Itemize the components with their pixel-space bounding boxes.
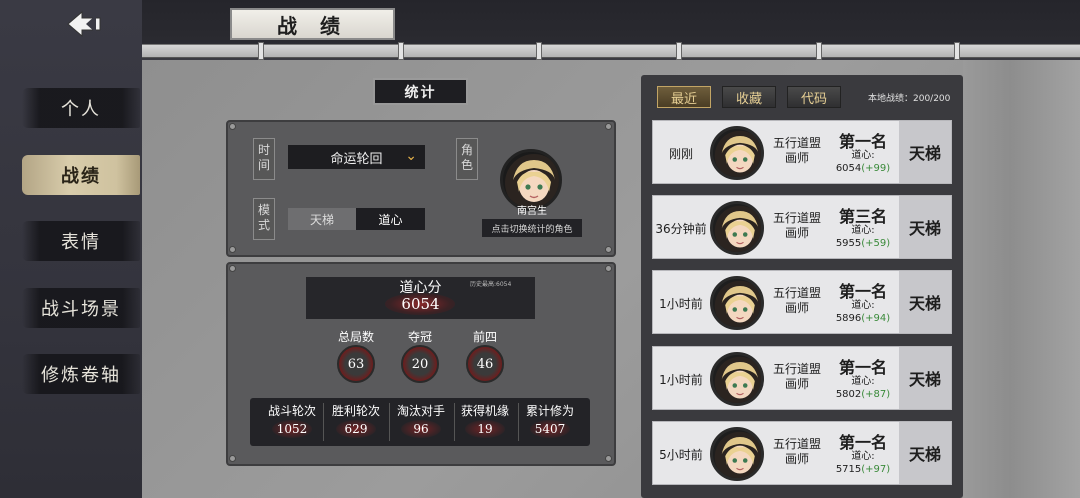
tab-favorites[interactable]: 收藏 xyxy=(722,86,776,108)
rivet xyxy=(605,123,612,130)
rail-peg xyxy=(954,42,960,60)
character-name: 南宫生 xyxy=(517,206,547,217)
history-row[interactable]: 刚刚 五行道盟 画师 第一名 道心: 6054(+99) 天梯 xyxy=(652,120,952,184)
local-record-count: 本地战绩：200/200 xyxy=(868,94,951,104)
page-title: 战 绩 xyxy=(230,8,395,40)
character-switch-hint[interactable]: 点击切换统计的角色 xyxy=(482,219,582,237)
score-history-best: 历史最高:6054 xyxy=(470,281,512,288)
row-time: 1小时前 xyxy=(659,372,703,387)
row-mode: 天梯 xyxy=(899,196,951,258)
detail-value: 1052 xyxy=(276,422,308,436)
row-sect: 五行道盟 画师 xyxy=(772,136,821,165)
bamboo-background xyxy=(963,60,1080,498)
rail-peg xyxy=(398,42,404,60)
detail-label: 获得机缘 xyxy=(460,404,509,418)
row-daoxin: 道心: 6054(+99) xyxy=(835,150,891,174)
row-daoxin: 道心: 5896(+94) xyxy=(835,300,891,324)
sidebar-item-label: 战斗场景 xyxy=(41,299,121,320)
game-screen: { "header": { "title": "战 绩" }, "sidebar… xyxy=(0,0,1080,498)
summary-total-games: 63 xyxy=(337,345,375,383)
summary-top4: 46 xyxy=(466,345,504,383)
row-sect: 五行道盟 画师 xyxy=(772,211,821,240)
sidebar-item-label: 修炼卷轴 xyxy=(41,365,121,386)
score-value: 6054 xyxy=(401,295,440,313)
summary-wins: 20 xyxy=(401,345,439,383)
character-portrait-icon xyxy=(714,431,761,478)
sidebar-item-records[interactable]: 战绩 xyxy=(22,155,140,195)
detail-label: 胜利轮次 xyxy=(331,404,380,418)
detail-label: 累计修为 xyxy=(525,404,574,418)
summary-label: 夺冠 xyxy=(407,330,432,344)
summary-label: 前四 xyxy=(472,330,497,344)
row-time: 1小时前 xyxy=(659,296,703,311)
sidebar-item-label: 个人 xyxy=(61,99,101,120)
rail-peg xyxy=(258,42,264,60)
scroll-rail xyxy=(142,44,1080,58)
character-portrait-icon xyxy=(714,205,761,252)
time-select-value: 命运轮回 xyxy=(330,151,383,167)
history-row[interactable]: 36分钟前 五行道盟 画师 第三名 道心: 5955(+59) 天梯 xyxy=(652,195,952,259)
row-sect: 五行道盟 画师 xyxy=(772,437,821,466)
mode-label: 模式 xyxy=(253,198,275,240)
sidebar-item-battle-scene[interactable]: 战斗场景 xyxy=(22,288,140,328)
history-row[interactable]: 5小时前 五行道盟 画师 第一名 道心: 5715(+97) 天梯 xyxy=(652,421,952,485)
row-daoxin: 道心: 5955(+59) xyxy=(835,225,891,249)
row-mode: 天梯 xyxy=(899,347,951,409)
sidebar-item-label: 表情 xyxy=(61,232,101,253)
detail-label: 淘汰对手 xyxy=(396,404,445,418)
rivet xyxy=(605,265,612,272)
rivet xyxy=(229,246,236,253)
rail-peg xyxy=(676,42,682,60)
character-portrait-icon xyxy=(714,356,761,403)
sidebar-item-emotes[interactable]: 表情 xyxy=(22,221,140,261)
row-mode: 天梯 xyxy=(899,121,951,183)
row-avatar xyxy=(710,201,764,255)
row-daoxin: 道心: 5802(+87) xyxy=(835,376,891,400)
stats-section-label: 统计 xyxy=(373,78,468,105)
role-label: 角色 xyxy=(456,138,478,180)
sidebar-item-scroll[interactable]: 修炼卷轴 xyxy=(22,354,140,394)
detail-value: 629 xyxy=(344,422,368,436)
tab-recent[interactable]: 最近 xyxy=(657,86,711,108)
rivet xyxy=(605,455,612,462)
character-portrait-icon xyxy=(714,280,761,327)
time-select[interactable]: 命运轮回 ⌄ xyxy=(288,145,425,169)
detail-label: 战斗轮次 xyxy=(267,404,316,418)
back-button[interactable] xyxy=(58,6,110,42)
rail-peg xyxy=(536,42,542,60)
row-time: 36分钟前 xyxy=(655,221,707,236)
back-arrow-icon xyxy=(67,10,101,38)
row-sect: 五行道盟 画师 xyxy=(772,286,821,315)
row-avatar xyxy=(710,427,764,481)
tab-code[interactable]: 代码 xyxy=(787,86,841,108)
sidebar-item-personal[interactable]: 个人 xyxy=(22,88,140,128)
rivet xyxy=(605,246,612,253)
detail-value: 5407 xyxy=(534,422,566,436)
history-row[interactable]: 1小时前 五行道盟 画师 第一名 道心: 5896(+94) 天梯 xyxy=(652,270,952,334)
rail-peg xyxy=(816,42,822,60)
history-row[interactable]: 1小时前 五行道盟 画师 第一名 道心: 5802(+87) 天梯 xyxy=(652,346,952,410)
row-avatar xyxy=(710,276,764,330)
row-avatar xyxy=(710,126,764,180)
time-label: 时间 xyxy=(253,138,275,180)
detail-value: 19 xyxy=(477,422,493,436)
rivet xyxy=(229,455,236,462)
row-time: 刚刚 xyxy=(668,146,693,161)
row-avatar xyxy=(710,352,764,406)
sidebar-item-label: 战绩 xyxy=(61,166,101,187)
row-mode: 天梯 xyxy=(899,422,951,484)
rivet xyxy=(229,265,236,272)
row-sect: 五行道盟 画师 xyxy=(772,362,821,391)
row-mode: 天梯 xyxy=(899,271,951,333)
character-portrait-icon xyxy=(714,130,761,177)
detail-value: 96 xyxy=(413,422,429,436)
mode-option-ladder[interactable]: 天梯 xyxy=(288,208,356,230)
row-daoxin: 道心: 5715(+97) xyxy=(835,451,891,475)
rivet xyxy=(229,123,236,130)
chevron-down-icon: ⌄ xyxy=(405,148,417,164)
summary-label: 总局数 xyxy=(337,330,374,344)
row-time: 5小时前 xyxy=(659,447,703,462)
mode-option-daoxin[interactable]: 道心 xyxy=(356,208,425,230)
